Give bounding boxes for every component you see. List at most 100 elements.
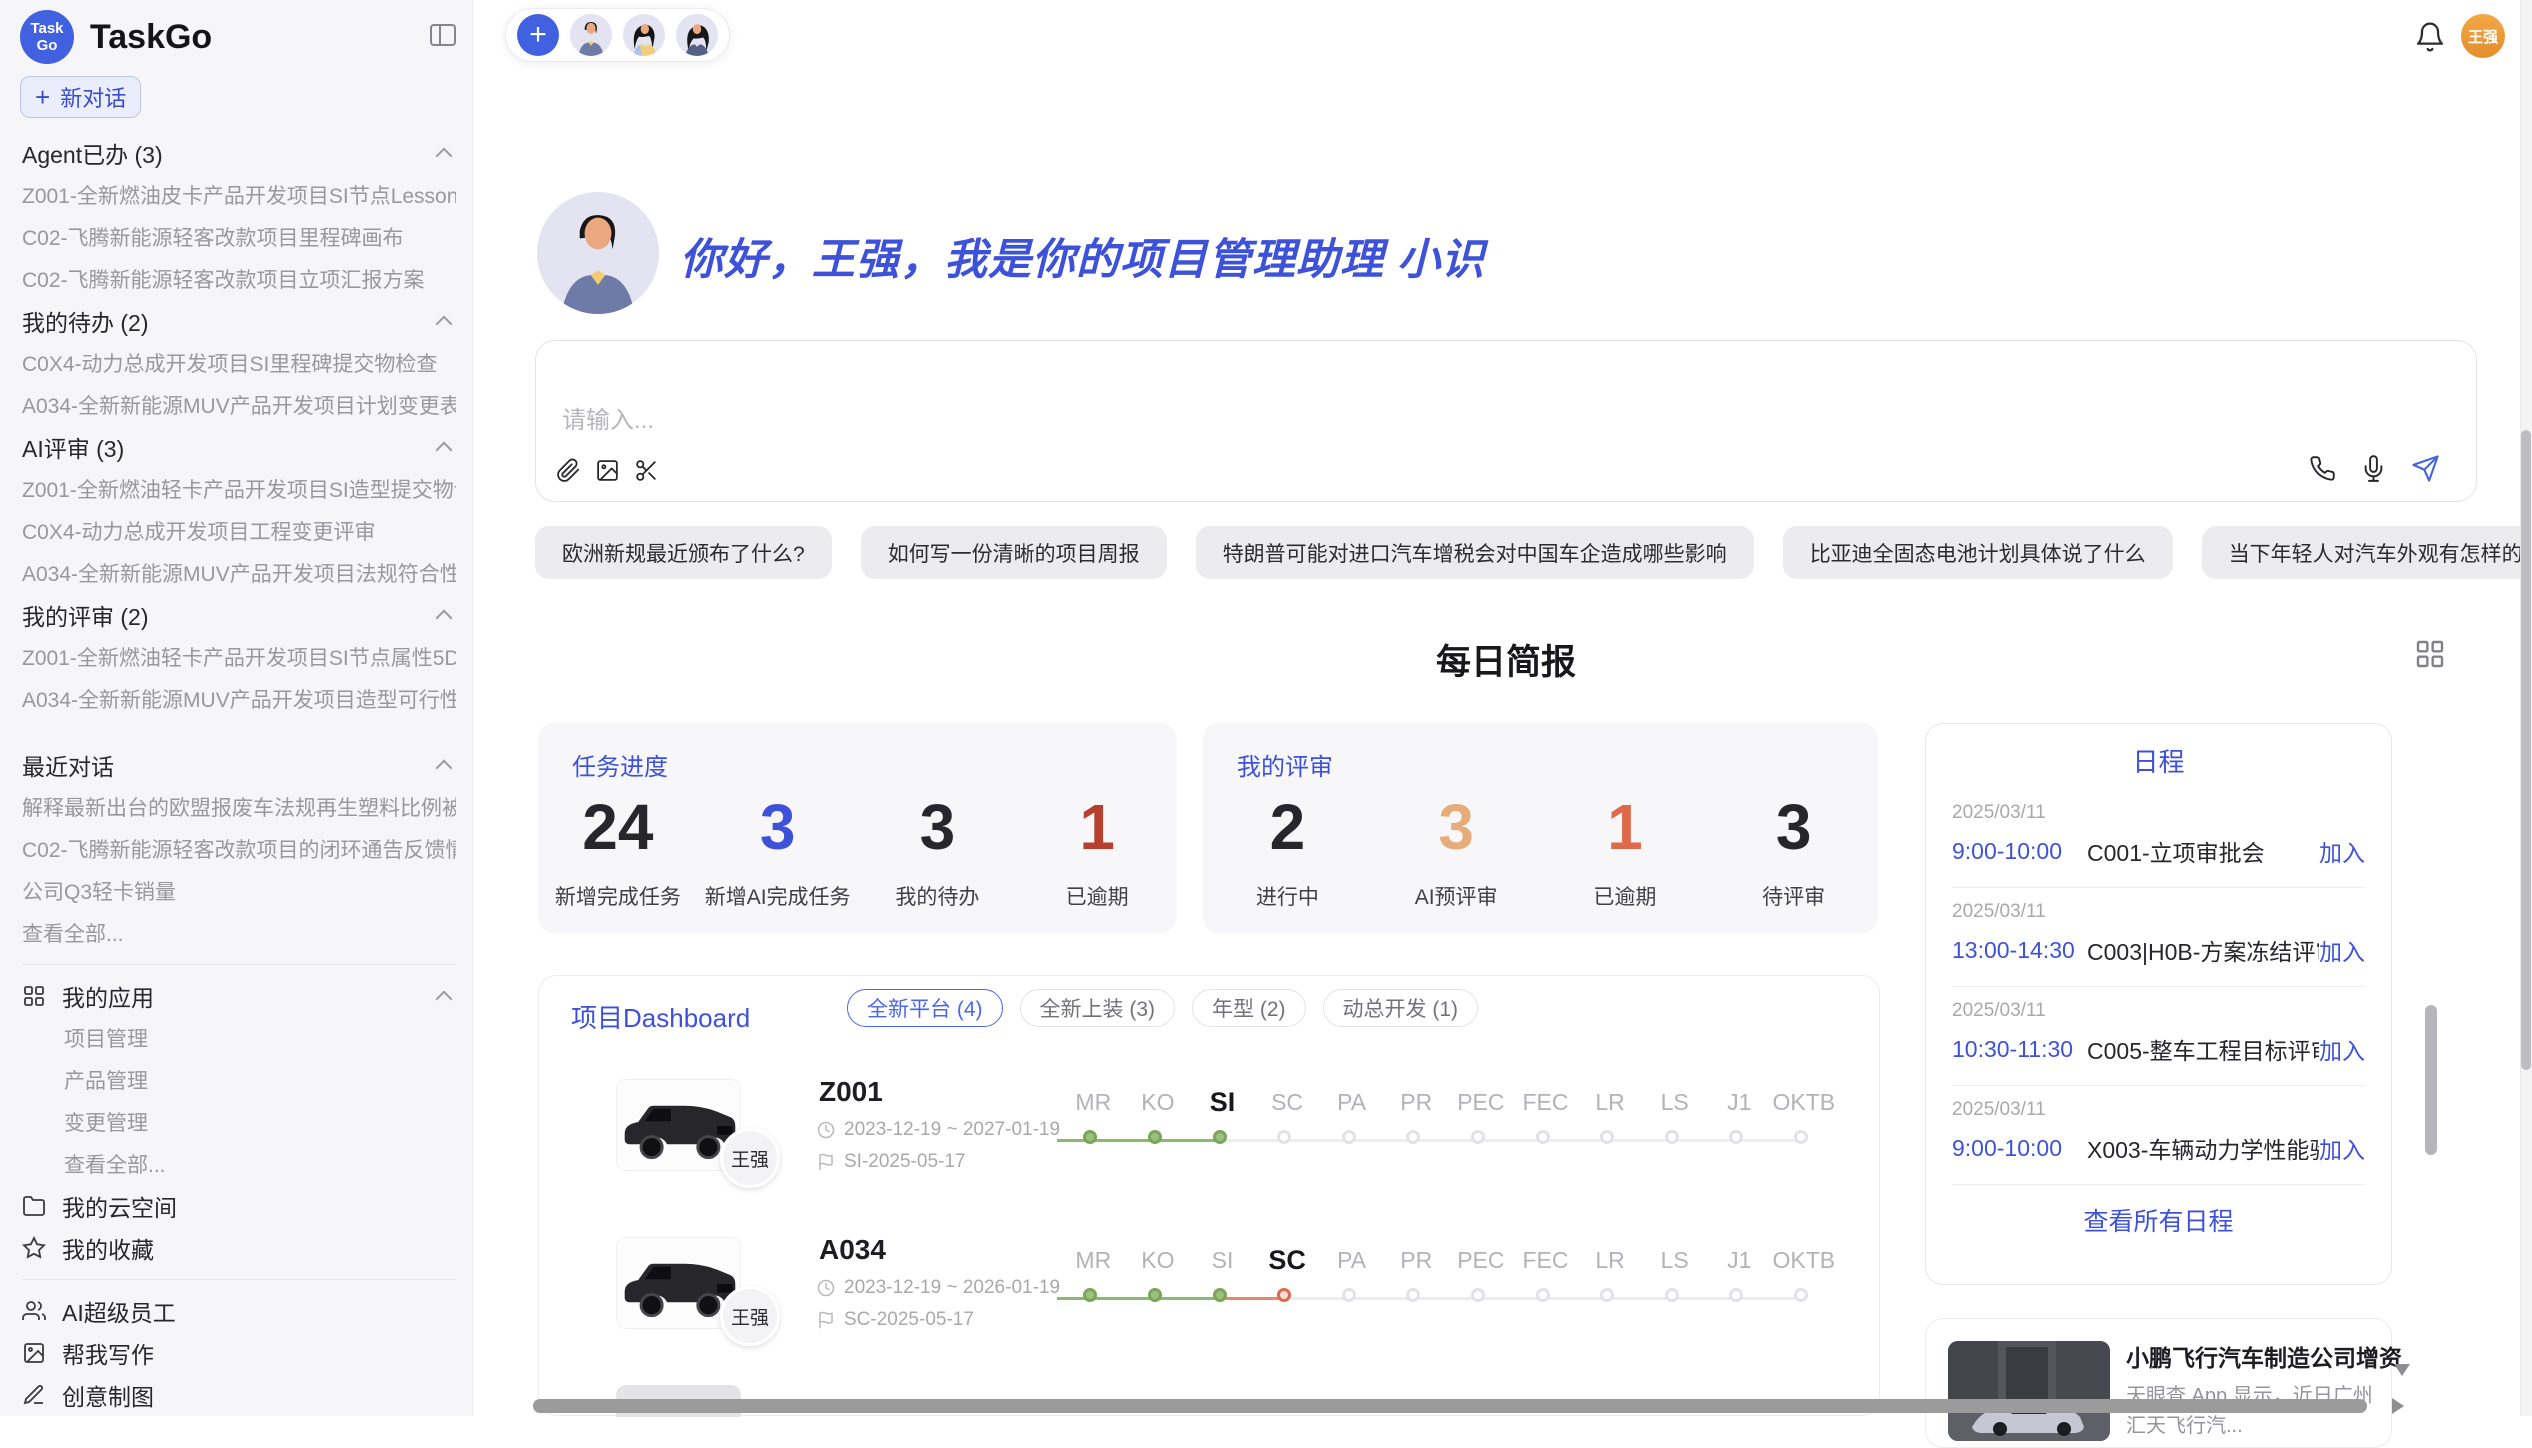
- section-recent-chats[interactable]: 最近对话: [22, 744, 456, 786]
- app-item-product-mgmt[interactable]: 产品管理: [22, 1059, 456, 1101]
- view-all-schedule-link[interactable]: 查看所有日程: [1952, 1202, 2365, 1238]
- sidebar-task-item[interactable]: C02-飞腾新能源轻客改款项目立项汇报方案: [22, 258, 456, 300]
- milestone-node[interactable]: [1536, 1130, 1550, 1144]
- sidebar-task-item[interactable]: Z001-全新燃油轻卡产品开发项目SI节点属性5D文件评审: [22, 636, 456, 678]
- app-item-project-mgmt[interactable]: 项目管理: [22, 1017, 456, 1059]
- layout-grid-icon[interactable]: [2414, 638, 2446, 670]
- agent-avatar-2[interactable]: [623, 14, 665, 56]
- image-icon[interactable]: [595, 458, 620, 483]
- content-vertical-scrollbar[interactable]: [2425, 1005, 2437, 1155]
- user-avatar[interactable]: 王强: [2461, 14, 2505, 58]
- milestone-node[interactable]: [1665, 1130, 1679, 1144]
- help-write-label: 帮我写作: [62, 1336, 154, 1370]
- milestone-node[interactable]: [1600, 1288, 1614, 1302]
- milestone-node[interactable]: [1471, 1130, 1485, 1144]
- schedule-item[interactable]: 2025/03/11 9:00-10:00 C001-立项审批会 加入: [1952, 789, 2365, 888]
- sidebar-item-cloud-space[interactable]: 我的云空间: [22, 1185, 456, 1227]
- apps-view-all[interactable]: 查看全部...: [22, 1143, 456, 1185]
- agent-avatar-3[interactable]: [676, 14, 718, 56]
- milestone-node[interactable]: [1471, 1288, 1485, 1302]
- milestone-node[interactable]: [1536, 1288, 1550, 1302]
- my-apps-header[interactable]: 我的应用: [22, 975, 456, 1017]
- section-ai-review[interactable]: AI评审 (3): [22, 426, 456, 468]
- notifications-bell-icon[interactable]: [2414, 21, 2446, 53]
- sidebar-task-item[interactable]: C02-飞腾新能源轻客改款项目里程碑画布: [22, 216, 456, 258]
- chevron-up-icon[interactable]: [436, 991, 453, 1008]
- chevron-up-icon[interactable]: [436, 760, 453, 777]
- chat-input[interactable]: [562, 407, 1962, 435]
- milestone-node[interactable]: [1277, 1130, 1291, 1144]
- sidebar-task-item[interactable]: C0X4-动力总成开发项目工程变更评审: [22, 510, 456, 552]
- sidebar-task-item[interactable]: Z001-全新燃油皮卡产品开发项目SI节点Lesson Learn报告: [22, 174, 456, 216]
- sidebar-item-favorites[interactable]: 我的收藏: [22, 1227, 456, 1269]
- recent-chat-item[interactable]: 解释最新出台的欧盟报废车法规再生塑料比例被调至15%...: [22, 786, 456, 828]
- milestone-node[interactable]: [1665, 1288, 1679, 1302]
- sidebar-task-item[interactable]: A034-全新新能源MUV产品开发项目法规符合性评审: [22, 552, 456, 594]
- sidebar-task-item[interactable]: A034-全新新能源MUV产品开发项目造型可行性评审: [22, 678, 456, 720]
- milestone-node[interactable]: [1342, 1130, 1356, 1144]
- recent-chat-item[interactable]: 公司Q3轻卡销量: [22, 870, 456, 912]
- milestone-node[interactable]: [1600, 1130, 1614, 1144]
- milestone-node[interactable]: [1213, 1130, 1227, 1144]
- stat-value: 3: [1709, 791, 1878, 865]
- send-icon[interactable]: [2411, 454, 2440, 483]
- schedule-item[interactable]: 2025/03/11 10:30-11:30 C005-整车工程目标评审 加入: [1952, 987, 2365, 1086]
- scroll-right-arrow[interactable]: [2392, 1398, 2404, 1414]
- new-chat-button[interactable]: + 新对话: [20, 76, 141, 118]
- section-agent-done[interactable]: Agent已办 (3): [22, 132, 456, 174]
- milestone-node[interactable]: [1148, 1130, 1162, 1144]
- milestone-node[interactable]: [1277, 1288, 1291, 1302]
- schedule-item[interactable]: 2025/03/11 13:00-14:30 C003|H0B-方案冻结评审 加…: [1952, 888, 2365, 987]
- recent-chats-view-all[interactable]: 查看全部...: [22, 912, 456, 954]
- attachment-icon[interactable]: [556, 458, 581, 483]
- milestone-node[interactable]: [1213, 1288, 1227, 1302]
- sidebar-collapse-icon[interactable]: [430, 24, 456, 46]
- chevron-up-icon[interactable]: [436, 316, 453, 333]
- recent-chat-item[interactable]: C02-飞腾新能源轻客改款项目的闭环通告反馈情况: [22, 828, 456, 870]
- suggestion-chip[interactable]: 欧洲新规最近颁布了什么?: [535, 526, 832, 579]
- flag-icon: [817, 1153, 835, 1171]
- app-item-change-mgmt[interactable]: 变更管理: [22, 1101, 456, 1143]
- schedule-item[interactable]: 2025/03/11 9:00-10:00 X003-车辆动力学性能验... 加…: [1952, 1086, 2365, 1185]
- section-my-review[interactable]: 我的评审 (2): [22, 594, 456, 636]
- sidebar-task-item[interactable]: A034-全新新能源MUV产品开发项目计划变更表编写: [22, 384, 456, 426]
- phone-call-icon[interactable]: [2309, 455, 2336, 482]
- milestone-node[interactable]: [1148, 1288, 1162, 1302]
- suggestion-chip[interactable]: 特朗普可能对进口汽车增税会对中国车企造成哪些影响: [1196, 526, 1754, 579]
- schedule-time: 9:00-10:00: [1952, 838, 2087, 865]
- suggestion-chip[interactable]: 如何写一份清晰的项目周报: [861, 526, 1167, 579]
- sidebar-task-item[interactable]: Z001-全新燃油轻卡产品开发项目SI造型提交物评审: [22, 468, 456, 510]
- agent-avatar-1[interactable]: [570, 14, 612, 56]
- scissors-icon[interactable]: [634, 458, 659, 483]
- sidebar-item-help-write[interactable]: 帮我写作: [22, 1332, 456, 1374]
- milestone-node[interactable]: [1794, 1130, 1808, 1144]
- window-scrollbar-thumb[interactable]: [2521, 430, 2531, 1070]
- chevron-up-icon[interactable]: [436, 610, 453, 627]
- join-link[interactable]: 加入: [2319, 1032, 2365, 1066]
- add-agent-button[interactable]: +: [517, 14, 559, 56]
- chevron-up-icon[interactable]: [436, 442, 453, 459]
- milestone-node[interactable]: [1342, 1288, 1356, 1302]
- join-link[interactable]: 加入: [2319, 933, 2365, 967]
- scroll-down-arrow[interactable]: [2394, 1364, 2410, 1376]
- section-my-todo[interactable]: 我的待办 (2): [22, 300, 456, 342]
- milestone-node[interactable]: [1794, 1288, 1808, 1302]
- project-code[interactable]: A034: [819, 1234, 886, 1266]
- tab-powertrain[interactable]: 动总开发 (1): [1323, 989, 1479, 1027]
- sidebar-item-creative-draw[interactable]: 创意制图: [22, 1374, 456, 1416]
- project-code[interactable]: Z001: [819, 1076, 883, 1108]
- tab-model-year[interactable]: 年型 (2): [1192, 989, 1306, 1027]
- sidebar-item-ai-super-staff[interactable]: AI超级员工: [22, 1290, 456, 1332]
- microphone-icon[interactable]: [2360, 455, 2387, 482]
- suggestion-chip[interactable]: 当下年轻人对汽车外观有怎样的喜好趋势: [2202, 526, 2532, 579]
- chevron-up-icon[interactable]: [436, 148, 453, 165]
- tab-new-body[interactable]: 全新上装 (3): [1020, 989, 1176, 1027]
- suggestion-chip[interactable]: 比亚迪全固态电池计划具体说了什么: [1783, 526, 2173, 579]
- tab-new-platform[interactable]: 全新平台 (4): [847, 989, 1003, 1027]
- join-link[interactable]: 加入: [2319, 834, 2365, 868]
- join-link[interactable]: 加入: [2319, 1131, 2365, 1165]
- milestone-label: SI: [1190, 1245, 1255, 1275]
- news-card[interactable]: 小鹏飞行汽车制造公司增资 天眼查 App 显示，近日广州汇天飞行汽...: [1925, 1318, 2392, 1448]
- horizontal-scrollbar[interactable]: [533, 1399, 2367, 1413]
- sidebar-task-item[interactable]: C0X4-动力总成开发项目SI里程碑提交物检查: [22, 342, 456, 384]
